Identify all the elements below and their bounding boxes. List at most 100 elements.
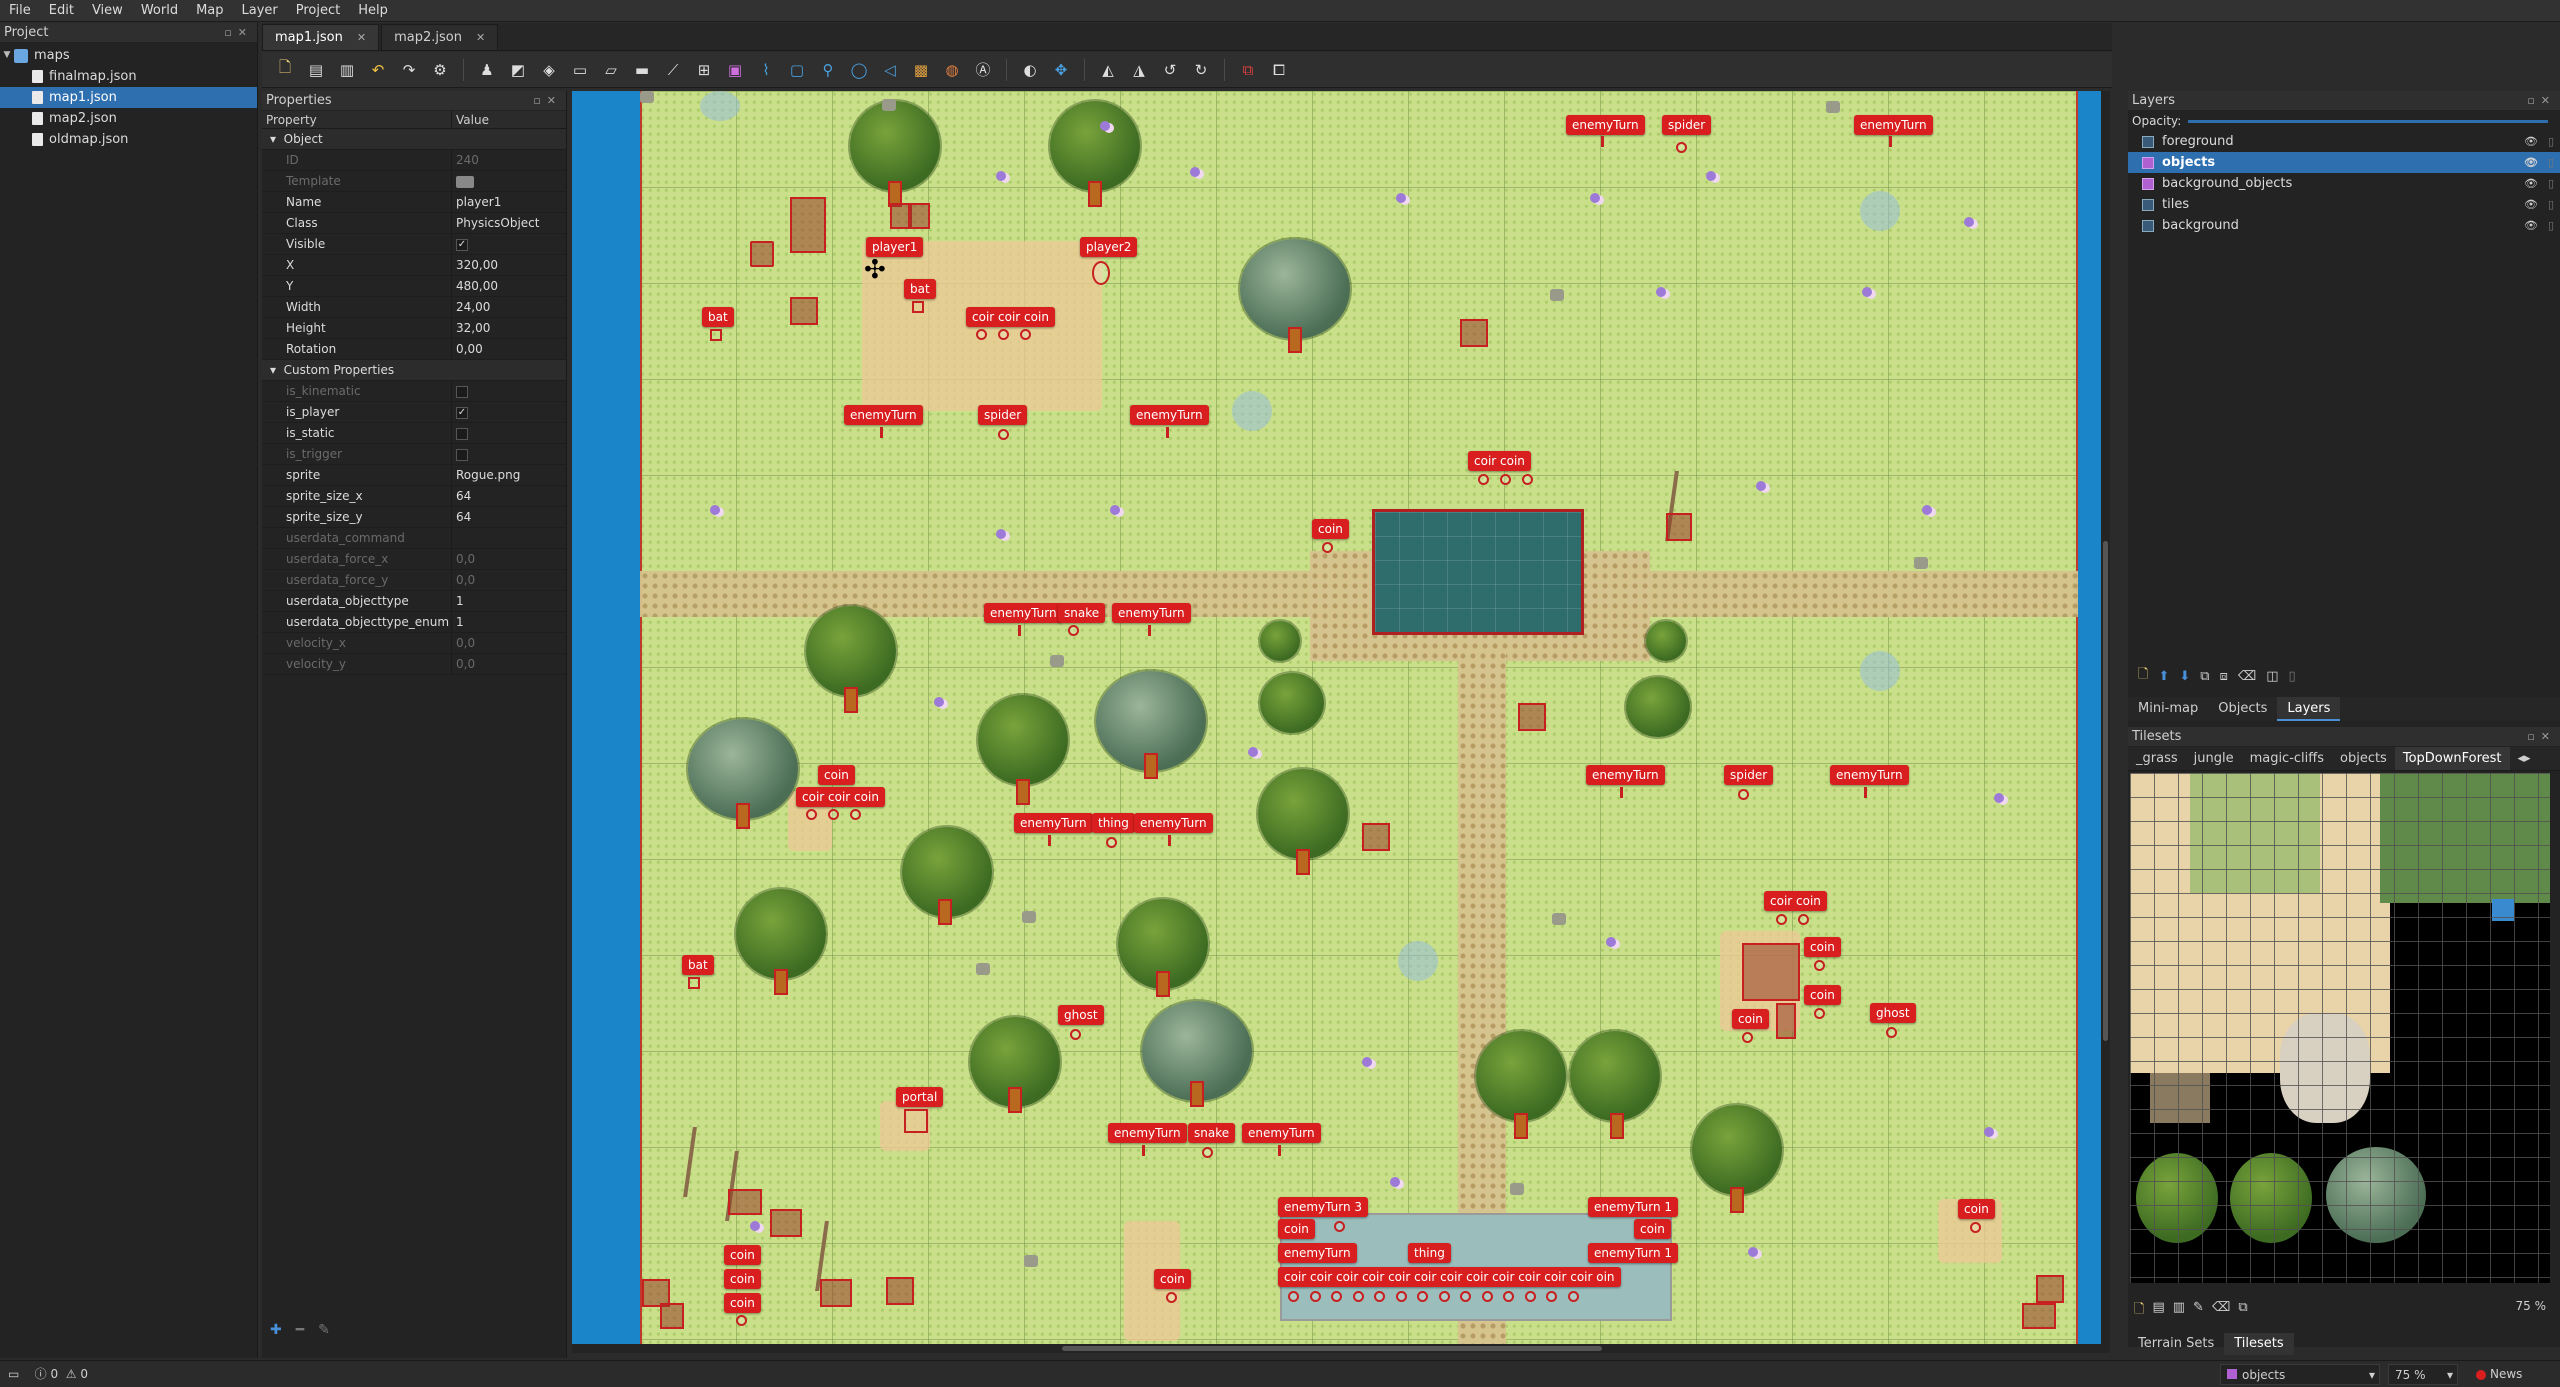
object-label-thing[interactable]: thing <box>1092 813 1135 833</box>
coin-marker[interactable] <box>1567 1291 1579 1302</box>
tab-tilesets[interactable]: Tilesets <box>2224 1333 2294 1355</box>
opacity-bar[interactable] <box>2188 120 2548 123</box>
tree-collision-box[interactable] <box>1730 1187 1744 1213</box>
tree-folder-maps[interactable]: ▼ maps <box>0 45 257 66</box>
new-map-icon[interactable]: 🗋 <box>272 57 298 83</box>
menu-help[interactable]: Help <box>349 0 397 22</box>
coin-marker[interactable] <box>1374 1291 1385 1302</box>
object-label-enemyturn[interactable]: enemyTurn <box>1112 603 1191 623</box>
object-label-bat[interactable]: bat <box>904 279 936 299</box>
object-marker[interactable] <box>904 1109 928 1133</box>
tab-scroll-arrows-icon[interactable]: ◂▸ <box>2510 747 2539 770</box>
object-label-coin[interactable]: coin <box>1804 985 1841 1005</box>
object-label-bat[interactable]: bat <box>682 955 714 975</box>
object-label-enemyturn[interactable]: enemyTurn <box>844 405 923 425</box>
object-label-coin[interactable]: coin <box>1154 1269 1191 1289</box>
object-label-coin[interactable]: coin <box>1804 937 1841 957</box>
object-marker[interactable] <box>1601 136 1604 147</box>
coin-marker[interactable] <box>1309 1291 1321 1302</box>
object-marker[interactable] <box>1018 625 1021 636</box>
object-label-spider[interactable]: spider <box>978 405 1028 425</box>
object-label-player1[interactable]: player1 <box>866 237 924 257</box>
object-marker[interactable] <box>1278 1145 1281 1156</box>
object-marker[interactable] <box>1142 1145 1145 1156</box>
rotate-left-icon[interactable]: ↺ <box>1157 57 1183 83</box>
object-label-enemyturn[interactable]: enemyTurn 3 <box>1278 1197 1369 1217</box>
property-value[interactable]: Rogue.png <box>452 465 566 485</box>
collision-box[interactable] <box>2036 1275 2064 1303</box>
object-label-coin[interactable]: coin <box>1278 1219 1315 1239</box>
collision-box[interactable] <box>790 297 818 325</box>
close-tab-icon[interactable]: ✕ <box>476 31 485 44</box>
template-icon[interactable] <box>456 175 474 188</box>
property-value[interactable]: ✓ <box>452 402 566 422</box>
object-marker[interactable] <box>1798 914 1809 925</box>
object-label-coin[interactable]: coin <box>724 1293 761 1313</box>
object-label-enemyturn[interactable]: enemyTurn <box>1134 813 1213 833</box>
object-label-enemyturn[interactable]: enemyTurn <box>1108 1123 1187 1143</box>
move-handle-icon[interactable]: ✣ <box>864 257 886 283</box>
new-layer-icon[interactable]: 🗋 <box>2138 665 2148 687</box>
panel-buttons[interactable]: ▫✕ <box>533 91 562 111</box>
magic-wand-icon[interactable]: ⟋ <box>660 57 686 83</box>
panel-buttons[interactable]: ▫✕ <box>2527 727 2556 747</box>
opacity-slider[interactable]: Opacity: <box>2128 111 2560 131</box>
coin-marker[interactable] <box>1546 1291 1557 1302</box>
coin-marker[interactable] <box>1503 1291 1514 1302</box>
object-marker[interactable] <box>998 429 1009 440</box>
object-marker[interactable] <box>1620 787 1623 798</box>
object-marker[interactable] <box>1889 136 1892 147</box>
tree-collision-box[interactable] <box>844 687 858 713</box>
redo-icon[interactable]: ↷ <box>396 57 422 83</box>
property-value[interactable]: 64 <box>452 486 566 506</box>
object-marker[interactable] <box>1676 142 1687 153</box>
scroll-thumb[interactable] <box>1062 1346 1602 1351</box>
object-label-coins[interactable]: coir coir coin <box>966 307 1055 327</box>
open-icon[interactable]: ▤ <box>303 57 329 83</box>
coin-marker[interactable] <box>1524 1291 1536 1302</box>
property-value[interactable]: 0,00 <box>452 339 566 359</box>
checkbox[interactable]: ✓ <box>456 238 468 251</box>
visibility-eye-icon[interactable]: 👁 <box>2524 215 2538 236</box>
tree-file-finalmap[interactable]: finalmap.json <box>0 66 257 87</box>
object-marker[interactable] <box>998 329 1009 340</box>
tree-file-map2[interactable]: map2.json <box>0 108 257 129</box>
map-canvas[interactable]: enemyTurn spider enemyTurn player1 ✣ pla… <box>640 91 2078 1344</box>
object-label-thing[interactable]: thing <box>1408 1243 1451 1263</box>
object-label-enemyturn[interactable]: enemyTurn <box>1278 1243 1357 1263</box>
checkbox[interactable] <box>456 448 468 461</box>
property-row[interactable]: Height 32,00 <box>262 318 566 339</box>
property-row[interactable]: userdata_force_x 0,0 <box>262 549 566 570</box>
collision-box[interactable] <box>1518 703 1546 731</box>
object-marker[interactable] <box>1070 1029 1081 1040</box>
layer-foreground[interactable]: foreground 👁 ▯ <box>2128 131 2560 152</box>
object-marker[interactable] <box>806 809 817 820</box>
bucket-fill-icon[interactable]: ◈ <box>536 57 562 83</box>
collision-box[interactable] <box>1776 1003 1796 1039</box>
property-row[interactable]: Class PhysicsObject <box>262 213 566 234</box>
tab-map1[interactable]: map1.json ✕ <box>262 24 380 50</box>
lock-icon[interactable]: ▯ <box>2548 215 2554 236</box>
news-button[interactable]: News <box>2476 1361 2522 1387</box>
tree-file-map1[interactable]: map1.json <box>0 87 257 108</box>
property-row[interactable]: sprite_size_y 64 <box>262 507 566 528</box>
property-row[interactable]: sprite_size_x 64 <box>262 486 566 507</box>
flip-vertical-icon[interactable]: ◮ <box>1126 57 1152 83</box>
insert-text-icon[interactable]: Ⓐ <box>970 57 996 83</box>
object-label-snake[interactable]: snake <box>1058 603 1106 623</box>
rect-select-icon[interactable]: ▬ <box>629 57 655 83</box>
object-label-coin[interactable]: coin <box>1312 519 1349 539</box>
object-marker[interactable] <box>1814 1008 1825 1019</box>
object-marker[interactable] <box>1166 427 1169 438</box>
menu-world[interactable]: World <box>132 0 187 22</box>
panel-buttons[interactable]: ▫✕ <box>2527 91 2556 111</box>
tab-tileset-topdownforest[interactable]: TopDownForest <box>2394 747 2510 770</box>
property-row[interactable]: velocity_y 0,0 <box>262 654 566 675</box>
object-marker[interactable] <box>736 1315 747 1326</box>
tree-collision-box[interactable] <box>1008 1087 1022 1113</box>
merge-layer-icon[interactable]: ⧈ <box>2220 669 2228 684</box>
property-value[interactable]: 240 <box>452 150 566 170</box>
object-marker[interactable] <box>828 809 839 820</box>
tab-terrain-sets[interactable]: Terrain Sets <box>2128 1333 2224 1355</box>
layer-tiles[interactable]: tiles 👁 ▯ <box>2128 194 2560 215</box>
